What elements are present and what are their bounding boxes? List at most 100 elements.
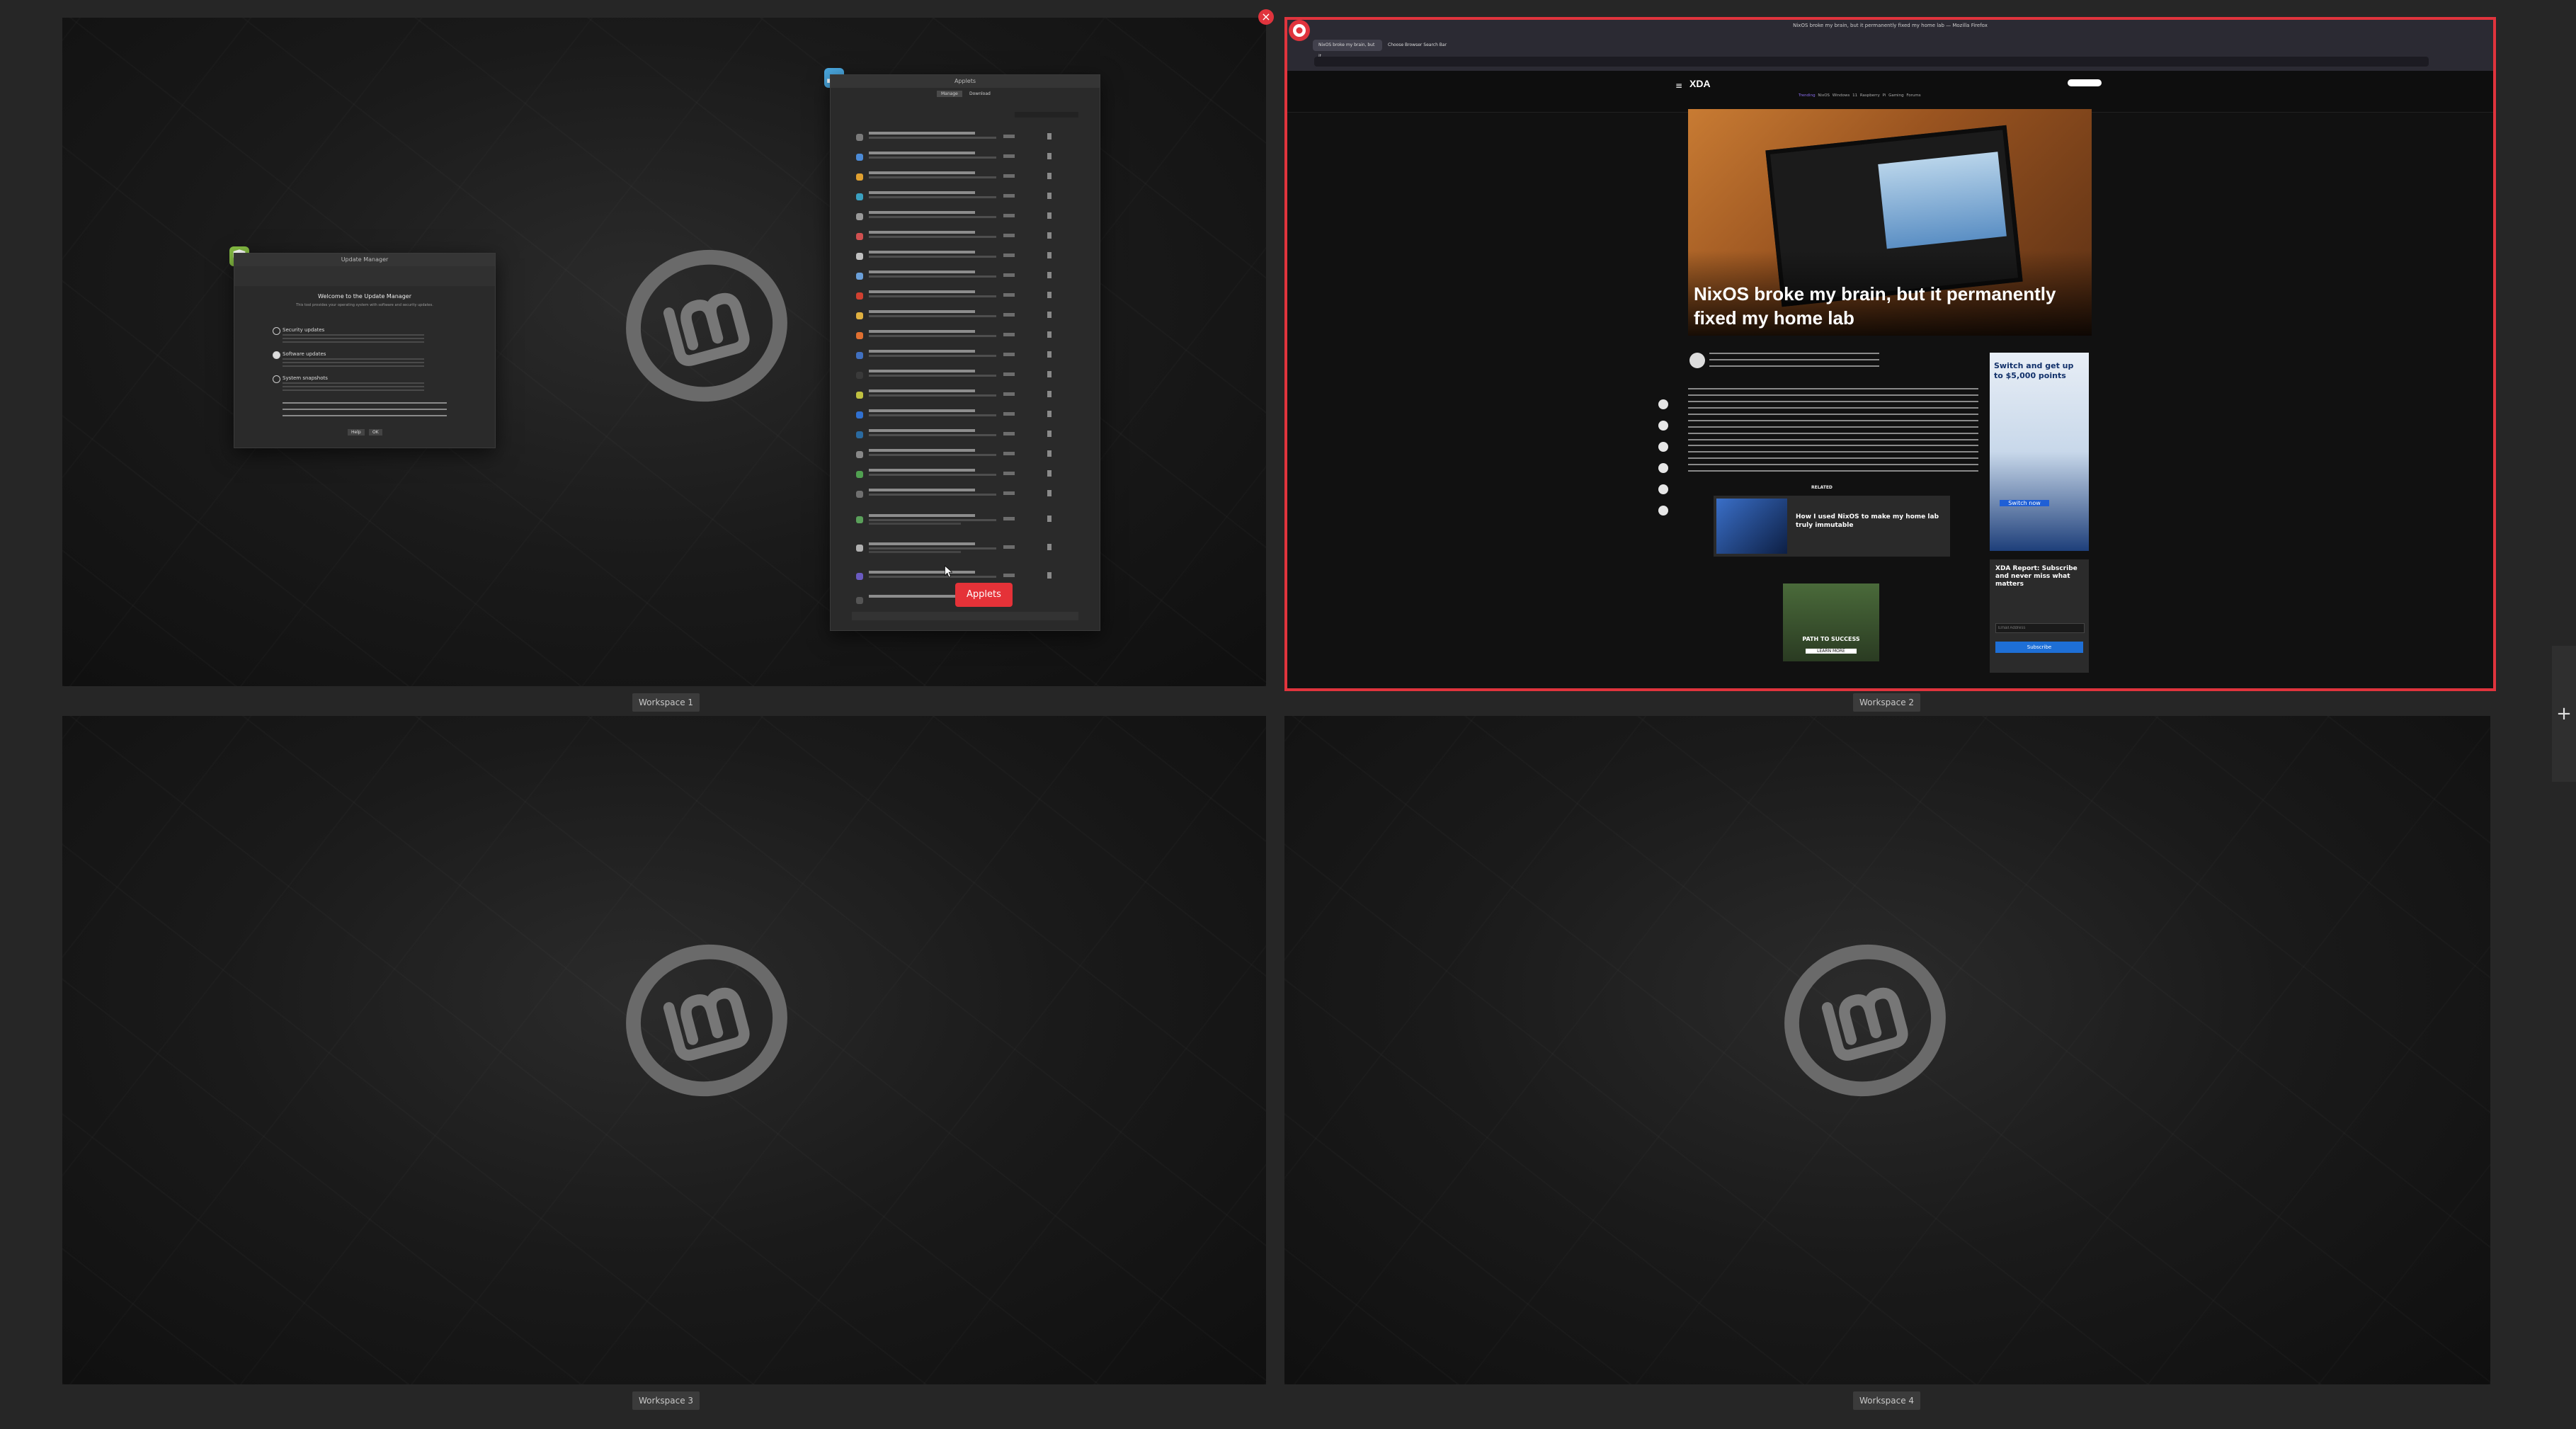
related-label: RELATED [1811,485,1833,490]
nav-forums[interactable]: Forums [1906,93,1920,98]
author-byline [1709,353,1879,367]
list-item[interactable] [856,350,1068,363]
newsletter-box: XDA Report: Subscribe and never miss wha… [1990,559,2089,673]
ad-top-text: Switch and get up to $5,000 points [1994,361,2074,380]
site-nav: Trending NixOS Windows 11 Raspberry Pi G… [1799,93,1921,98]
list-item[interactable] [856,152,1068,164]
share-icon[interactable] [1658,463,1668,473]
workspace-2-label[interactable]: Workspace 2 [1853,693,1921,712]
share-icon[interactable] [1658,399,1668,409]
option-description [283,382,424,392]
workspace-1-thumbnail[interactable]: Update Manager Welcome to the Update Man… [62,18,1266,686]
nav-trending[interactable]: Trending [1799,93,1816,98]
menu-icon[interactable]: ≡ [1675,81,1682,91]
option-software-updates[interactable]: Software updates [273,351,424,368]
update-manager-window[interactable]: Update Manager Welcome to the Update Man… [234,253,496,448]
tab-active[interactable]: NixOS broke my brain, but it... [1313,40,1382,59]
share-icon[interactable] [1658,421,1668,431]
list-item[interactable] [856,251,1068,263]
list-item[interactable] [856,409,1068,422]
list-item[interactable] [856,310,1068,323]
applets-window[interactable]: Applets Manage Download [830,74,1100,631]
share-icon[interactable] [1658,442,1668,452]
list-item[interactable] [856,132,1068,144]
workspace-3-label[interactable]: Workspace 3 [632,1391,700,1410]
list-item[interactable] [856,271,1068,283]
list-item[interactable] [856,489,1068,501]
list-item[interactable] [856,191,1068,204]
toolbar [234,266,495,286]
hero-image: NixOS broke my brain, but it permanently… [1688,109,2092,336]
related-card[interactable]: How I used NixOS to make my home lab tru… [1714,496,1950,557]
list-item[interactable] [856,290,1068,303]
list-item[interactable] [856,469,1068,482]
help-button[interactable]: Help [348,429,365,435]
footer-text [283,402,447,419]
site-logo[interactable]: XDA [1689,78,1711,89]
ad-path-text: PATH TO SUCCESS [1802,636,1860,642]
related-thumbnail [1716,499,1787,554]
list-item[interactable] [856,449,1068,462]
ad-learn-text: LEARN MORE [1806,649,1857,654]
option-label: Software updates [283,351,326,357]
mouse-cursor-icon [945,565,952,578]
option-description [283,334,424,344]
option-security-updates[interactable]: Security updates [273,327,424,344]
tab-search[interactable]: Choose Browser Search Bar [1382,40,1466,51]
tab-download[interactable]: Download [965,91,995,97]
list-item[interactable] [856,330,1068,343]
option-system-snapshots[interactable]: System snapshots [273,375,424,392]
workspace-3-thumbnail[interactable] [62,716,1266,1384]
signin-button[interactable] [2068,79,2102,86]
browser-chrome: NixOS broke my brain, but it permanently… [1287,20,2493,71]
newsletter-email-field[interactable] [1995,623,2085,633]
list-item[interactable] [856,171,1068,184]
firefox-window[interactable]: NixOS broke my brain, but it permanently… [1284,17,2496,691]
list-item[interactable] [856,389,1068,402]
article-body-2 [1688,445,1978,473]
radio-dot [273,375,280,383]
nav-nixos[interactable]: NixOS [1818,93,1830,98]
close-workspace-button[interactable]: × [1258,9,1274,25]
newsletter-title: XDA Report: Subscribe and never miss wha… [1995,565,2078,588]
mint-logo-icon [626,249,787,402]
nav-gaming[interactable]: Gaming [1888,93,1904,98]
list-item[interactable] [856,542,1068,555]
applets-tooltip: Applets [955,583,1013,607]
nav-windows[interactable]: Windows 11 [1833,93,1857,98]
nav-raspberry-pi[interactable]: Raspberry Pi [1860,93,1886,98]
mint-logo-icon [626,944,787,1097]
applets-titlebar: Applets [831,75,1100,88]
search-input[interactable] [1015,112,1078,118]
share-icon[interactable] [1658,484,1668,494]
ok-button[interactable]: OK [369,429,382,435]
author-avatar [1689,353,1705,368]
list-item[interactable] [856,514,1068,527]
subscribe-button[interactable]: Subscribe [1995,642,2083,653]
ad-banner-small[interactable]: PATH TO SUCCESS LEARN MORE [1783,583,1879,661]
related-title: How I used NixOS to make my home lab tru… [1796,513,1939,529]
tab-manage[interactable]: Manage [937,91,962,97]
list-item[interactable] [856,370,1068,382]
browser-window-title: NixOS broke my brain, but it permanently… [1793,23,1988,28]
mint-logo-icon [1784,944,1946,1097]
welcome-intro: This tool provides your operating system… [296,303,433,307]
workspace-4-label[interactable]: Workspace 4 [1853,1391,1921,1410]
ad-cta-button[interactable]: Switch now [2000,500,2049,506]
radio-dot [273,327,280,335]
list-item[interactable] [856,429,1068,442]
workspace-4-thumbnail[interactable] [1284,716,2490,1384]
ad-sidebar-top[interactable]: Switch and get up to $5,000 points Switc… [1990,353,2089,551]
workspace-1-label[interactable]: Workspace 1 [632,693,700,712]
list-item[interactable] [856,231,1068,244]
list-item[interactable] [856,211,1068,224]
welcome-heading: Welcome to the Update Manager [318,293,411,300]
list-item[interactable] [856,571,1068,583]
share-icon[interactable] [1658,506,1668,516]
add-workspace-button[interactable]: + [2552,646,2576,782]
address-bar[interactable] [1314,57,2429,67]
article-title: NixOS broke my brain, but it permanently… [1694,283,2056,329]
firefox-icon [1289,20,1310,41]
applets-toolbar [852,612,1078,620]
article-body [1688,388,1978,440]
